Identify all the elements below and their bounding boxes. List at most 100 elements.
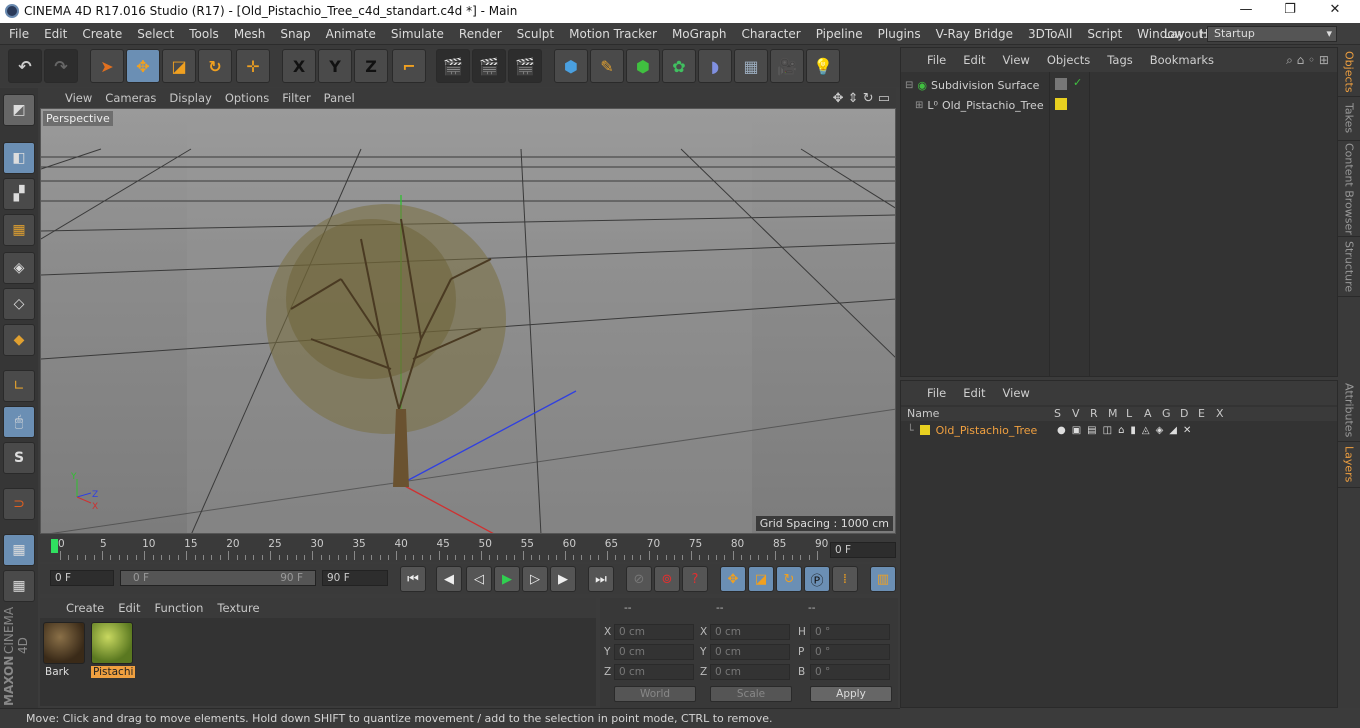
tab-attributes[interactable]: Attributes	[1338, 380, 1360, 442]
layers-menu-file[interactable]: File	[927, 386, 946, 400]
layers-menu-view[interactable]: View	[1003, 386, 1030, 400]
coord-rot-p-field[interactable]: 0 °	[810, 644, 890, 660]
menu-script[interactable]: Script	[1087, 27, 1122, 41]
end-frame-field[interactable]: 90 F	[322, 570, 388, 586]
checkmark-icon[interactable]: ✓	[1073, 76, 1082, 89]
autokeying-button[interactable]: ?	[682, 566, 708, 592]
coord-size-z-field[interactable]: 0 cm	[710, 664, 790, 680]
viewport-menu-panel[interactable]: Panel	[324, 91, 355, 105]
menu-render[interactable]: Render	[459, 27, 502, 41]
viewport-menu-cameras[interactable]: Cameras	[105, 91, 156, 105]
viewport-menu-filter[interactable]: Filter	[282, 91, 310, 105]
edges-mode-button[interactable]: ◇	[3, 288, 35, 320]
grid-snap-button[interactable]: ▦	[3, 570, 35, 602]
key-scale-button[interactable]: ◪	[748, 566, 774, 592]
menu-edit[interactable]: Edit	[44, 27, 67, 41]
apply-button[interactable]: Apply	[810, 686, 892, 702]
menu-plugins[interactable]: Plugins	[878, 27, 921, 41]
coord-rot-b-field[interactable]: 0 °	[810, 664, 890, 680]
subdivision-tag-icon[interactable]	[1055, 78, 1067, 90]
objects-menu-bookmarks[interactable]: Bookmarks	[1150, 53, 1214, 67]
menu-file[interactable]: File	[9, 27, 29, 41]
camera-object-button[interactable]: 🎥	[770, 49, 804, 83]
mograph-cloner-button[interactable]: ✿	[662, 49, 696, 83]
texture-mode-button[interactable]: ▞	[3, 178, 35, 210]
go-to-start-button[interactable]: ⏮	[400, 566, 426, 592]
objects-menu-objects[interactable]: Objects	[1047, 53, 1090, 67]
make-editable-button[interactable]: ◩	[3, 94, 35, 126]
collapse-icon[interactable]: ⊟	[905, 80, 913, 91]
menu-character[interactable]: Character	[741, 27, 800, 41]
start-frame-field[interactable]: 0 F	[50, 570, 114, 586]
viewport-menu-display[interactable]: Display	[169, 91, 211, 105]
select-tool-button[interactable]: ➤	[90, 49, 124, 83]
go-to-end-button[interactable]: ⏭	[588, 566, 614, 592]
polygons-mode-button[interactable]: ◆	[3, 324, 35, 356]
current-frame-field[interactable]: 0 F	[830, 542, 896, 558]
tab-structure[interactable]: Structure	[1338, 237, 1360, 297]
z-axis-button[interactable]: Z	[354, 49, 388, 83]
layer-flag-icons[interactable]: ●▣▤◫⌂▮◬◈◢✕	[1057, 425, 1197, 436]
coord-pos-x-field[interactable]: 0 cm	[614, 624, 694, 640]
move-tool-button[interactable]: ✥	[126, 49, 160, 83]
play-button[interactable]: ▶	[494, 566, 520, 592]
menu-snap[interactable]: Snap	[280, 27, 310, 41]
key-point-level-button[interactable]: ⁞	[832, 566, 858, 592]
axis-mode-button[interactable]: ∟	[3, 370, 35, 402]
menu-mograph[interactable]: MoGraph	[672, 27, 727, 41]
frame-range-slider[interactable]: 0 F 90 F	[120, 570, 316, 586]
expand-icon[interactable]: ⊞	[915, 100, 923, 111]
menu-vray-bridge[interactable]: V-Ray Bridge	[936, 27, 1013, 41]
key-position-button[interactable]: ✥	[720, 566, 746, 592]
tweak-mode-button[interactable]: 🖱	[3, 406, 35, 438]
coord-pos-y-field[interactable]: 0 cm	[614, 644, 694, 660]
material-menu-edit[interactable]: Edit	[118, 601, 140, 615]
pen-spline-button[interactable]: ✎	[590, 49, 624, 83]
redo-button[interactable]: ↷	[44, 49, 78, 83]
material-menu-function[interactable]: Function	[155, 601, 204, 615]
objects-menu-file[interactable]: File	[927, 53, 946, 67]
workplane-mode-button[interactable]: ▦	[3, 214, 35, 246]
recent-tool-button[interactable]: ✛	[236, 49, 270, 83]
timeline-window-button[interactable]: ▥	[870, 566, 896, 592]
render-picture-viewer-button[interactable]: 🎬	[472, 49, 506, 83]
deformer-button[interactable]: ◗	[698, 49, 732, 83]
menu-select[interactable]: Select	[137, 27, 174, 41]
key-rotation-button[interactable]: ↻	[776, 566, 802, 592]
snap-button[interactable]: S	[3, 442, 35, 474]
keyframe-selection-button[interactable]: ⊘	[626, 566, 652, 592]
coord-rot-h-field[interactable]: 0 °	[810, 624, 890, 640]
magnet-icon[interactable]: ⊃	[3, 488, 35, 520]
menu-mesh[interactable]: Mesh	[234, 27, 266, 41]
menu-3dtoall[interactable]: 3DToAll	[1028, 27, 1072, 41]
coordinate-system-button[interactable]: ⌐	[392, 49, 426, 83]
key-parameter-button[interactable]: Ⓟ	[804, 566, 830, 592]
cube-object-button[interactable]: ⬢	[554, 49, 588, 83]
layout-dropdown[interactable]: Startup ▾	[1207, 26, 1337, 42]
search-icon[interactable]: ⌕ ⌂ ◦ ⊞	[1286, 53, 1329, 68]
objects-menu-edit[interactable]: Edit	[963, 53, 985, 67]
layers-menu-edit[interactable]: Edit	[963, 386, 985, 400]
menu-tools[interactable]: Tools	[189, 27, 219, 41]
tab-content-browser[interactable]: Content Browser	[1338, 141, 1360, 237]
timeline-ruler[interactable]: 0 5 10 15 20 25 30 35 40 45 50 55 60 65 70 75 80 85 90	[40, 536, 896, 562]
object-row-tree[interactable]: ⊞ L⁰ Old_Pistachio_Tree	[915, 96, 1044, 114]
subdivision-button[interactable]: ⬢	[626, 49, 660, 83]
render-view-button[interactable]: 🎬	[436, 49, 470, 83]
viewport-menu-options[interactable]: Options	[225, 91, 269, 105]
x-axis-button[interactable]: X	[282, 49, 316, 83]
tab-takes[interactable]: Takes	[1338, 97, 1360, 141]
scale-dropdown[interactable]: Scale	[710, 686, 792, 702]
object-row-subdivision[interactable]: ⊟ ◉ Subdivision Surface	[905, 76, 1039, 94]
previous-frame-button[interactable]: ◁	[466, 566, 492, 592]
y-axis-button[interactable]: Y	[318, 49, 352, 83]
objects-menu-view[interactable]: View	[1003, 53, 1030, 67]
rotate-tool-button[interactable]: ↻	[198, 49, 232, 83]
coord-pos-z-field[interactable]: 0 cm	[614, 664, 694, 680]
material-menu-texture[interactable]: Texture	[217, 601, 259, 615]
menu-pipeline[interactable]: Pipeline	[816, 27, 863, 41]
world-dropdown[interactable]: World	[614, 686, 696, 702]
menu-motion-tracker[interactable]: Motion Tracker	[569, 27, 657, 41]
next-frame-button[interactable]: ▷	[522, 566, 548, 592]
material-menu-create[interactable]: Create	[66, 601, 104, 615]
